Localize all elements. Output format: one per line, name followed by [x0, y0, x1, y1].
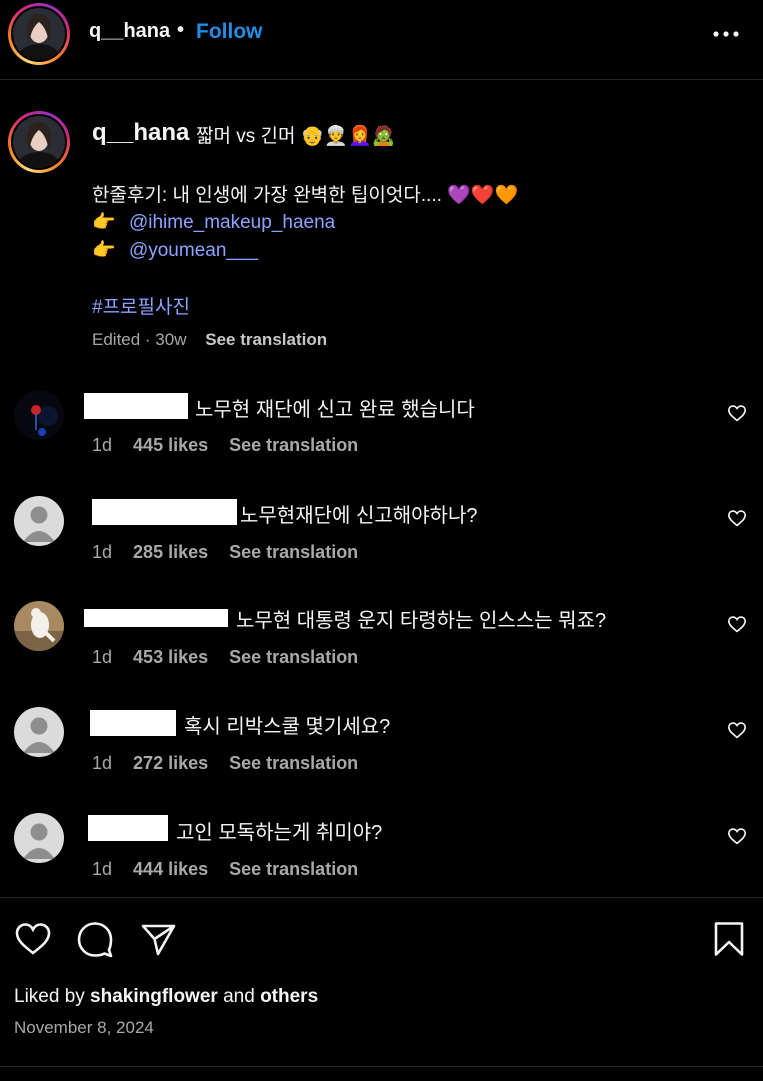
- mention-link[interactable]: @youmean___: [129, 240, 258, 261]
- comment-meta: 1d 445 likes See translation: [92, 435, 358, 456]
- more-horizontal-icon[interactable]: [712, 24, 740, 44]
- comment-text: 혹시 리박스쿨 몇기세요?: [184, 716, 391, 738]
- caption-profile-photo: [13, 116, 65, 168]
- caption-avatar[interactable]: [8, 111, 70, 173]
- heart-icon[interactable]: [727, 721, 747, 739]
- comment-meta: 1d 453 likes See translation: [92, 647, 358, 668]
- redacted-username: [84, 609, 228, 627]
- post-date: November 8, 2024: [14, 1018, 154, 1037]
- heart-icon[interactable]: [727, 827, 747, 845]
- comment-age: 1d: [92, 542, 113, 562]
- see-translation-button[interactable]: See translation: [229, 647, 358, 667]
- header-separator: •: [177, 19, 185, 41]
- comment-text: 노무현재단에 신고해야하나?: [240, 505, 478, 527]
- hashtag-link[interactable]: #프로필사진: [92, 292, 190, 319]
- commenter-avatar[interactable]: [14, 390, 64, 440]
- bookmark-icon[interactable]: [710, 920, 748, 958]
- redacted-username: [92, 499, 237, 525]
- pointing-hand-icon: 👉: [92, 240, 116, 261]
- redacted-username: [84, 393, 188, 419]
- liked-by: Liked by shakingflower and others: [14, 986, 318, 1008]
- heart-icon[interactable]: [727, 615, 747, 633]
- comment-item: 노무현재단에 신고해야하나? 1d 285 likes See translat…: [0, 496, 763, 576]
- see-translation-button[interactable]: See translation: [229, 542, 358, 562]
- post-header: q__hana • Follow: [0, 0, 763, 80]
- comment-meta: 1d 285 likes See translation: [92, 542, 358, 563]
- commenter-avatar[interactable]: [14, 813, 64, 863]
- commenter-avatar[interactable]: [14, 601, 64, 651]
- comment-likes[interactable]: 453 likes: [133, 647, 208, 667]
- comment-text: 노무현 대통령 운지 타령하는 인스스는 뭐죠?: [236, 610, 607, 632]
- actions-divider: [0, 897, 763, 898]
- liked-by-prefix: Liked by: [14, 986, 91, 1007]
- comment-item: 노무현 재단에 신고 완료 했습니다 1d 445 likes See tran…: [0, 390, 763, 470]
- profile-avatar[interactable]: [8, 3, 70, 65]
- comment-likes[interactable]: 285 likes: [133, 542, 208, 562]
- redacted-username: [88, 815, 168, 841]
- liked-by-others[interactable]: others: [260, 986, 318, 1007]
- comment-text: 노무현 재단에 신고 완료 했습니다: [195, 399, 475, 421]
- comment-age: 1d: [92, 647, 113, 667]
- comment-meta: 1d 272 likes See translation: [92, 753, 358, 774]
- commenter-avatar[interactable]: [14, 707, 64, 757]
- send-icon[interactable]: [139, 920, 177, 958]
- caption-review: 한줄후기: 내 인생에 가장 완벽한 팁이엇다.... 💜❤️🧡: [92, 185, 519, 206]
- caption-title: 짧머 vs 긴머 👴👳‍♀️👩‍🦰🧟: [196, 126, 396, 147]
- see-translation-button[interactable]: See translation: [229, 859, 358, 879]
- mention-link[interactable]: @ihime_makeup_haena: [129, 212, 335, 233]
- comment-likes[interactable]: 272 likes: [133, 753, 208, 773]
- comment-item: 혹시 리박스쿨 몇기세요? 1d 272 likes See translati…: [0, 707, 763, 787]
- see-translation-button[interactable]: See translation: [205, 330, 327, 349]
- comment-age: 1d: [92, 753, 113, 773]
- comment-meta: 1d 444 likes See translation: [92, 859, 358, 880]
- caption-meta: Edited · 30w See translation: [92, 330, 327, 350]
- comment-likes[interactable]: 444 likes: [133, 859, 208, 879]
- heart-icon[interactable]: [14, 920, 52, 958]
- comment-likes[interactable]: 445 likes: [133, 435, 208, 455]
- caption-mention-row-2: 👉 @youmean___: [92, 238, 258, 262]
- follow-button[interactable]: Follow: [196, 20, 263, 44]
- comment-item: 고인 모독하는게 취미야? 1d 444 likes See translati…: [0, 813, 763, 893]
- caption-mention-row-1: 👉 @ihime_makeup_haena: [92, 210, 335, 234]
- bottom-divider: [0, 1066, 763, 1067]
- comment-item: 노무현 대통령 운지 타령하는 인스스는 뭐죠? 1d 453 likes Se…: [0, 601, 763, 681]
- comment-age: 1d: [92, 435, 113, 455]
- comment-icon[interactable]: [76, 920, 114, 958]
- header-username[interactable]: q__hana: [89, 20, 170, 43]
- pointing-hand-icon: 👉: [92, 212, 116, 233]
- redacted-username: [90, 710, 176, 736]
- see-translation-button[interactable]: See translation: [229, 435, 358, 455]
- heart-icon[interactable]: [727, 404, 747, 422]
- heart-icon[interactable]: [727, 509, 747, 527]
- caption-edited: Edited · 30w: [92, 330, 187, 349]
- comment-age: 1d: [92, 859, 113, 879]
- liked-by-user[interactable]: shakingflower: [90, 986, 218, 1007]
- commenter-avatar[interactable]: [14, 496, 64, 546]
- comment-text: 고인 모독하는게 취미야?: [176, 822, 383, 844]
- caption-username[interactable]: q__hana: [92, 119, 189, 147]
- liked-by-middle: and: [217, 986, 261, 1007]
- see-translation-button[interactable]: See translation: [229, 753, 358, 773]
- profile-photo: [13, 8, 65, 60]
